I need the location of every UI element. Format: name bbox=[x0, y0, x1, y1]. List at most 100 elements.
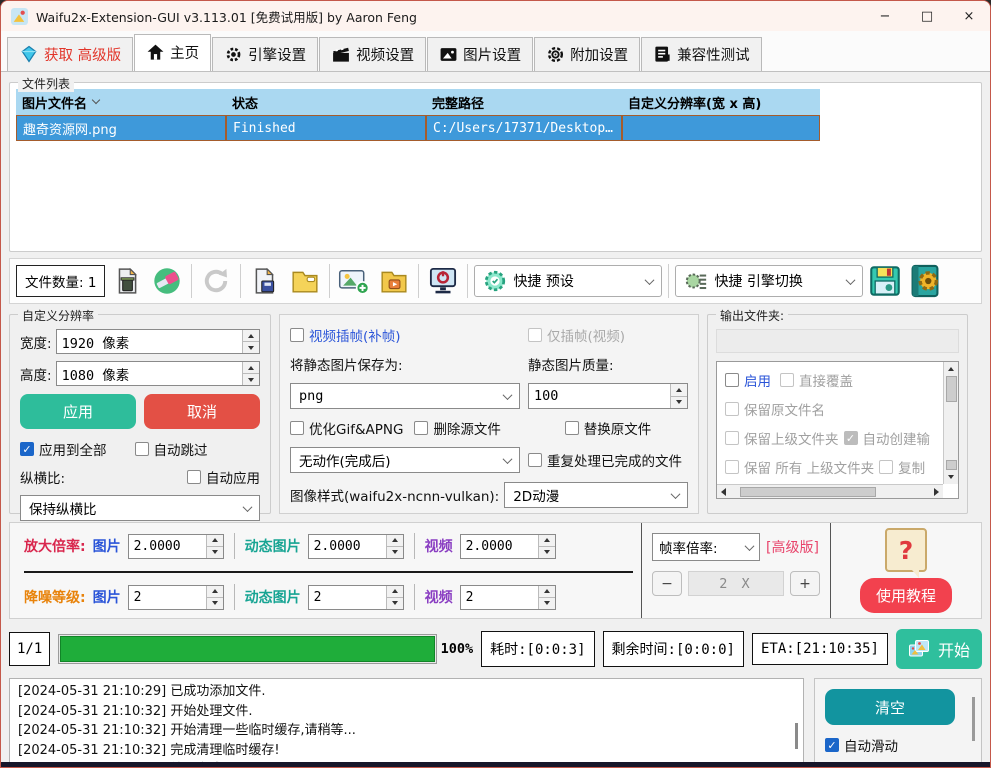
keep-parent-checkbox[interactable] bbox=[725, 431, 739, 445]
column-header-filename[interactable]: 图片文件名 bbox=[16, 89, 226, 115]
save-as-label: 将静态图片保存为: bbox=[290, 354, 520, 374]
scrollbar-thumb[interactable] bbox=[946, 376, 957, 402]
column-header-status[interactable]: 状态 bbox=[226, 89, 426, 115]
overwrite-checkbox[interactable] bbox=[780, 373, 794, 387]
image-denoise-spinner[interactable]: 2 bbox=[128, 585, 224, 610]
height-spinner[interactable]: 1080 像素 bbox=[56, 361, 260, 386]
quick-engine-dropdown[interactable]: 快捷 引擎切换 bbox=[675, 265, 863, 297]
replace-original-checkbox[interactable] bbox=[565, 421, 579, 435]
image-scale-spinner[interactable]: 2.0000 bbox=[128, 534, 224, 559]
image-style-select[interactable]: 2D动漫 bbox=[504, 482, 688, 508]
cell-status[interactable]: Finished bbox=[226, 115, 426, 141]
spinner-arrows[interactable] bbox=[242, 362, 259, 385]
auto-skip-checkbox[interactable] bbox=[135, 442, 149, 456]
clear-log-button[interactable]: 清空 bbox=[825, 689, 955, 725]
output-folder-input[interactable] bbox=[716, 329, 959, 353]
side-scrollbar-thumb[interactable] bbox=[972, 697, 975, 741]
width-spinner[interactable]: 1920 像素 bbox=[56, 329, 260, 354]
tab-get-premium[interactable]: 获取 高级版 bbox=[7, 37, 133, 71]
spinner-arrows[interactable] bbox=[206, 535, 223, 558]
autoscroll-checkbox[interactable] bbox=[825, 738, 839, 752]
tab-image-settings[interactable]: 图片设置 bbox=[427, 37, 533, 71]
auto-create-checkbox[interactable] bbox=[844, 431, 858, 445]
tutorial-button[interactable]: 使用教程 bbox=[860, 578, 952, 613]
video-folder-button[interactable] bbox=[376, 262, 412, 300]
toolbar-separator bbox=[467, 264, 468, 298]
frame-interp-checkbox[interactable] bbox=[290, 328, 304, 342]
remove-file-button[interactable] bbox=[109, 262, 145, 300]
add-image-button[interactable] bbox=[336, 262, 372, 300]
apply-all-checkbox[interactable] bbox=[20, 442, 34, 456]
start-button[interactable]: 开始 bbox=[896, 629, 982, 669]
vertical-scrollbar[interactable] bbox=[943, 362, 958, 484]
spinner-arrows[interactable] bbox=[538, 535, 555, 558]
optimize-gif-checkbox[interactable] bbox=[290, 421, 304, 435]
frame-rate-plus-button[interactable]: + bbox=[790, 571, 820, 596]
video-denoise-spinner[interactable]: 2 bbox=[460, 585, 556, 610]
image-style-label: 图像样式(waifu2x-ncnn-vulkan): bbox=[290, 485, 499, 505]
video-scale-spinner[interactable]: 2.0000 bbox=[460, 534, 556, 559]
enable-output-checkbox[interactable] bbox=[725, 373, 739, 387]
settings-guide-button[interactable] bbox=[907, 262, 943, 300]
delete-source-checkbox[interactable] bbox=[414, 421, 428, 435]
scroll-up-icon[interactable] bbox=[944, 362, 958, 376]
spinner-arrows[interactable] bbox=[206, 586, 223, 609]
spinner-arrows[interactable] bbox=[538, 586, 555, 609]
spinner-arrows[interactable] bbox=[386, 535, 403, 558]
gif-denoise-spinner[interactable]: 2 bbox=[308, 585, 404, 610]
cell-resolution[interactable] bbox=[622, 115, 820, 141]
spinner-arrows[interactable] bbox=[670, 384, 687, 408]
spinner-arrows[interactable] bbox=[386, 586, 403, 609]
refresh-button[interactable] bbox=[198, 262, 234, 300]
reprocess-checkbox[interactable] bbox=[528, 453, 542, 467]
post-action-select[interactable]: 无动作(完成后) bbox=[290, 447, 520, 473]
keep-filename-checkbox[interactable] bbox=[725, 402, 739, 416]
copy-checkbox[interactable] bbox=[879, 460, 893, 474]
interp-only-checkbox[interactable] bbox=[528, 328, 542, 342]
table-row[interactable]: 趣奇资源网.png Finished C:/Users/17371/Deskto… bbox=[16, 115, 975, 141]
cell-path[interactable]: C:/Users/17371/Desktop… bbox=[426, 115, 622, 141]
frame-rate-dropdown[interactable]: 帧率倍率: bbox=[652, 533, 760, 561]
log-scrollbar-thumb[interactable] bbox=[795, 723, 798, 749]
scroll-right-icon[interactable] bbox=[934, 488, 939, 496]
file-table[interactable]: 图片文件名 状态 完整路径 自定义分辨率(宽 x 高) 趣奇资源网.png Fi… bbox=[16, 89, 975, 141]
quality-spinner[interactable]: 100 bbox=[528, 383, 688, 409]
keep-all-parents-checkbox[interactable] bbox=[725, 460, 739, 474]
tab-home[interactable]: 主页 bbox=[134, 34, 211, 71]
frame-rate-minus-button[interactable]: − bbox=[652, 571, 682, 596]
save-file-list-button[interactable] bbox=[247, 262, 283, 300]
quick-preset-dropdown[interactable]: 快捷 预设 bbox=[474, 265, 662, 297]
cell-filename[interactable]: 趣奇资源网.png bbox=[16, 115, 226, 141]
scroll-left-icon[interactable] bbox=[721, 488, 726, 496]
horizontal-scrollbar[interactable] bbox=[717, 484, 943, 498]
auto-apply-checkbox[interactable] bbox=[187, 470, 201, 484]
tab-engine-settings[interactable]: 引擎设置 bbox=[212, 37, 318, 71]
log-output[interactable]: [2024-05-31 21:10:29] 已成功添加文件. [2024-05-… bbox=[9, 678, 804, 768]
apply-button[interactable]: 应用 bbox=[20, 394, 136, 429]
log-line: [2024-05-31 21:10:32] 开始处理文件. bbox=[18, 702, 787, 722]
aspect-ratio-select[interactable]: 保持纵横比 bbox=[20, 495, 260, 521]
file-list-legend: 文件列表 bbox=[18, 75, 74, 92]
save-settings-button[interactable] bbox=[867, 262, 903, 300]
tab-extra-settings[interactable]: 附加设置 bbox=[534, 37, 640, 71]
shutdown-monitor-button[interactable] bbox=[425, 262, 461, 300]
app-window: Waifu2x-Extension-GUI v3.113.01 [免费试用版] … bbox=[0, 0, 991, 768]
close-button[interactable]: × bbox=[948, 1, 990, 31]
scrollbar-thumb[interactable] bbox=[740, 487, 876, 497]
minimize-button[interactable]: − bbox=[864, 1, 906, 31]
scroll-down-button[interactable] bbox=[946, 460, 957, 470]
save-format-select[interactable]: png bbox=[290, 383, 520, 409]
tab-video-settings[interactable]: 视频设置 bbox=[319, 37, 426, 71]
chevron-down-icon bbox=[503, 454, 513, 464]
scroll-down-icon[interactable] bbox=[944, 470, 958, 484]
cancel-button[interactable]: 取消 bbox=[144, 394, 260, 429]
scale-denoise-bar: 放大倍率: 图片 2.0000 动态图片 2.0000 视频 2.0000 bbox=[9, 522, 982, 619]
column-header-resolution[interactable]: 自定义分辨率(宽 x 高) bbox=[622, 89, 820, 115]
spinner-arrows[interactable] bbox=[242, 330, 259, 353]
clear-list-button[interactable] bbox=[149, 262, 185, 300]
gif-scale-spinner[interactable]: 2.0000 bbox=[308, 534, 404, 559]
column-header-path[interactable]: 完整路径 bbox=[426, 89, 622, 115]
tab-compatibility-test[interactable]: 兼容性测试 bbox=[641, 37, 762, 71]
open-folder-button[interactable] bbox=[287, 262, 323, 300]
maximize-button[interactable]: □ bbox=[906, 1, 948, 31]
